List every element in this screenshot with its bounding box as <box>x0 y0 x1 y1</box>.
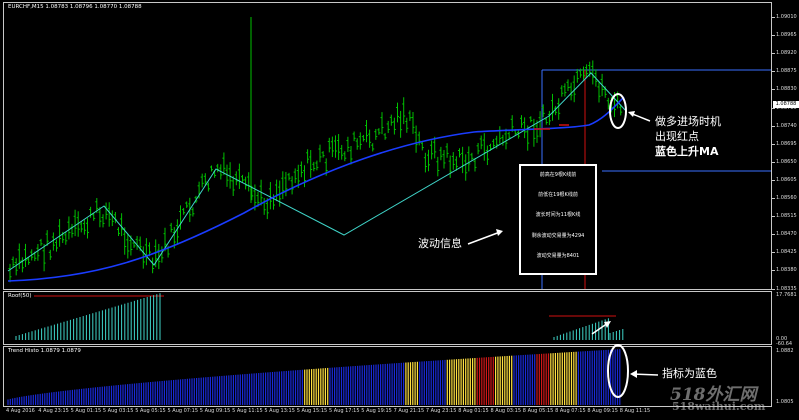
time-axis-label: 5 Aug 07:15 <box>167 408 199 414</box>
time-axis-label: 7 Aug 23:15 <box>425 408 457 414</box>
roof-histogram <box>15 293 624 340</box>
time-axis-label: 8 Aug 07:15 <box>555 408 586 414</box>
price-axis-tick <box>772 179 775 181</box>
price-axis-tick <box>772 89 775 91</box>
price-axis-label: 1.08740 <box>776 122 797 129</box>
time-axis-label: 7 Aug 21:15 <box>393 408 425 414</box>
time-axis-label: 4 Aug 23:15 <box>38 408 69 414</box>
price-axis-label: 1.08560 <box>776 195 797 201</box>
price-axis-label: 1.08425 <box>776 249 797 256</box>
price-axis-tick <box>772 288 775 290</box>
time-axis-label: 5 Aug 17:15 <box>329 408 360 414</box>
time-axis-label: 8 Aug 05:15 <box>522 408 554 414</box>
price-axis-label: 1.08335 <box>776 285 797 292</box>
time-axis-label: 5 Aug 11:15 <box>232 408 263 414</box>
price-axis-label: 1.08875 <box>776 68 797 75</box>
price-axis-label: 1.08605 <box>776 176 797 183</box>
price-axis-tick <box>772 252 775 254</box>
price-axis-tick <box>772 270 775 272</box>
time-axis-label: 5 Aug 19:15 <box>361 408 392 414</box>
trend-histo-pane[interactable]: Trend Histo 1.0879 1.0879 <box>3 346 772 407</box>
price-axis-tick <box>772 234 775 236</box>
price-axis-tick <box>772 125 775 127</box>
red-dot-label: 出现红点 <box>655 130 699 143</box>
price-axis-tick <box>772 198 775 199</box>
time-axis-label: 5 Aug 03:15 <box>102 408 134 414</box>
time-axis-label: 8 Aug 03:15 <box>490 408 522 414</box>
price-axis-label: 1.08650 <box>776 158 797 165</box>
time-axis-label: 8 Aug 11:15 <box>619 408 651 414</box>
price-axis-tick <box>772 161 775 163</box>
info-line-remaining-volume: 剩余波动交易量为4294 <box>531 233 585 239</box>
price-axis-label: 1.08830 <box>776 86 797 93</box>
roof-indicator-pane[interactable]: Roof(50) <box>3 291 772 345</box>
roof-scale-min: -60.64 <box>776 341 793 347</box>
current-price-tag: 1.08788 <box>773 101 799 108</box>
histo-scale-min: 1.0805 <box>776 399 794 405</box>
roof-scale-max: 17.7681 <box>776 292 797 298</box>
price-axis-label: 1.08380 <box>776 267 797 274</box>
price-axis-tick <box>772 216 775 218</box>
info-line-prev-low: 前低在19根K线前 <box>538 192 578 198</box>
entry-timing-label: 做多进场时机 <box>655 115 721 128</box>
current-price: 1.08788 <box>775 101 797 107</box>
price-axis-label: 1.08920 <box>776 50 797 57</box>
price-axis-label: 1.08470 <box>776 231 797 238</box>
price-axis-tick <box>772 35 775 37</box>
time-axis-label: 8 Aug 01:15 <box>458 408 489 414</box>
time-axis-label: 5 Aug 15:15 <box>296 408 328 414</box>
time-axis-label: 5 Aug 13:15 <box>264 408 295 414</box>
watermark-url: 518waihui.com <box>672 400 766 413</box>
wave-info-box: 前高在9根K线前 前低在19根K线前 波长时间为11根K线 剩余波动交易量为42… <box>519 164 597 275</box>
time-axis-label: 5 Aug 09:15 <box>199 408 231 414</box>
time-axis-label: 4 Aug 2016 <box>6 408 35 414</box>
price-axis-tick <box>772 143 775 145</box>
price-axis-label: 1.08515 <box>776 213 797 220</box>
histo-scale-max: 1.0882 <box>776 348 794 354</box>
price-axis-label: 1.09010 <box>776 14 797 20</box>
wave-info-label: 波动信息 <box>418 237 462 250</box>
price-axis-label: 1.08695 <box>776 140 797 147</box>
trend-histogram <box>7 349 621 405</box>
time-axis-label: 8 Aug 09:15 <box>587 408 618 414</box>
time-axis-label: 5 Aug 01:15 <box>70 408 102 414</box>
price-axis-label: 1.08965 <box>776 32 797 39</box>
price-axis-tick <box>772 17 775 18</box>
info-line-wave-volume: 波动交易量为8401 <box>536 253 580 259</box>
info-line-wave-time: 波长时间为11根K线 <box>535 212 581 218</box>
price-axis-tick <box>772 53 775 55</box>
time-axis-label: 5 Aug 05:15 <box>135 408 166 414</box>
rising-ma-label: 蓝色上升MA <box>655 145 719 158</box>
info-line-prev-high: 前高在9根K线前 <box>539 172 577 178</box>
price-axis-tick <box>772 71 775 73</box>
